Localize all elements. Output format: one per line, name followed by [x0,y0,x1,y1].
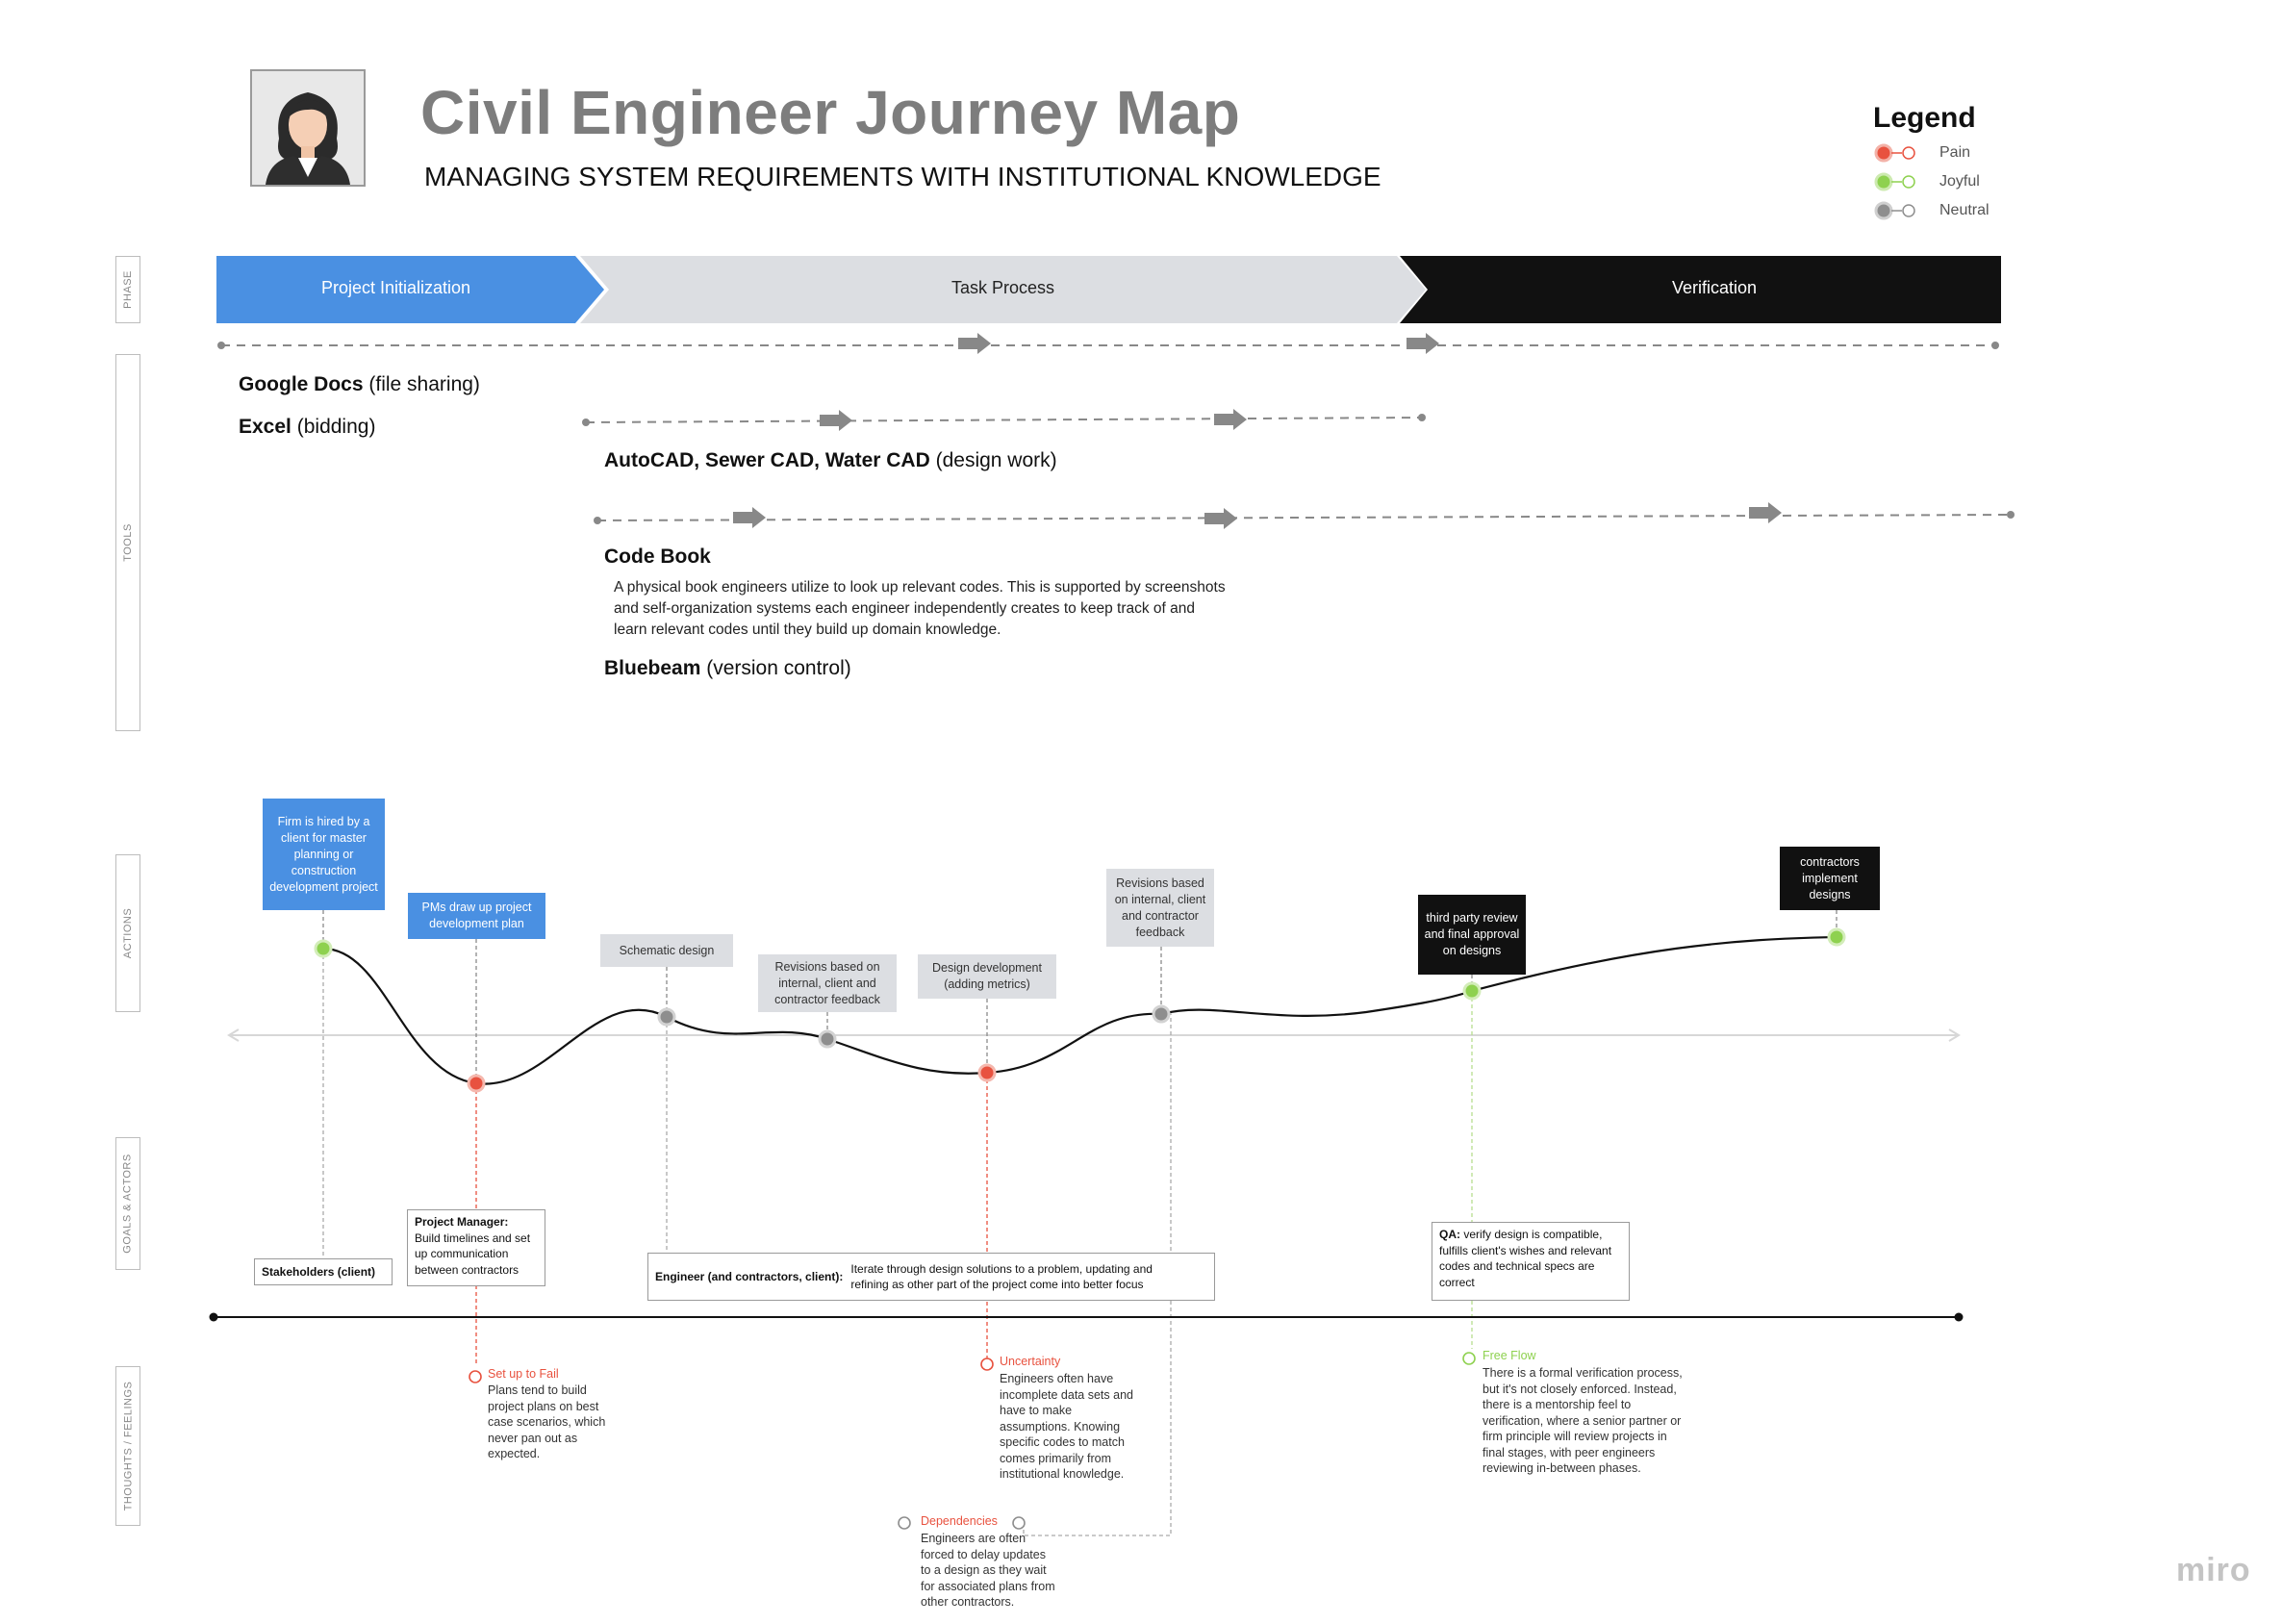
arrow-icon [958,333,991,354]
arrow-icon [1214,409,1247,430]
thought-title-free-flow: Free Flow [1483,1349,1536,1362]
action-card-contractors-implement: contractors implement designs [1780,847,1880,910]
tool-excel: Excel (bidding) [239,416,376,438]
pain-thought-icon [980,1358,994,1371]
tool-bluebeam: Bluebeam (version control) [604,657,851,679]
tool-timeline-2 [582,409,1426,431]
pain-marker [467,1074,486,1093]
phase-label-verification: Verification [1671,278,1758,297]
joyful-marker [1462,981,1482,1001]
tool-autocad: AutoCAD, Sewer CAD, Water CAD (design wo… [604,449,1057,471]
goal-project-manager: Project Manager: Build timelines and set… [407,1209,545,1286]
action-card-schematic-design: Schematic design [600,934,733,967]
goal-stakeholders: Stakeholders (client) [254,1258,393,1285]
action-card-firm-hired: Firm is hired by a client for master pla… [263,799,385,910]
tool-google-docs: Google Docs (file sharing) [239,373,480,395]
joyful-marker [1827,927,1846,947]
goal-engineer: Engineer (and contractors, client): Iter… [647,1253,1215,1301]
phase-label-task-process: Task Process [950,278,1055,297]
action-card-design-development: Design development (adding metrics) [918,954,1056,999]
tool-code-book: Code Book [604,546,711,568]
thought-body-set-up-to-fail: Plans tend to build project plans on bes… [488,1383,606,1460]
section-divider [209,1312,1964,1322]
thought-body-uncertainty: Engineers often have incomplete data set… [1000,1372,1133,1481]
phase-label-initialization: Project Initialization [320,278,471,297]
neutral-marker [1152,1004,1171,1024]
neutral-thought-icon [898,1516,911,1530]
neutral-marker [818,1029,837,1049]
arrow-icon [733,507,766,528]
tool-timeline-1 [217,333,1999,354]
thought-title-uncertainty: Uncertainty [1000,1355,1061,1368]
action-card-pm-plan: PMs draw up project development plan [408,893,545,939]
pain-marker [977,1063,997,1082]
action-card-third-party-review: third party review and final approval on… [1418,895,1526,975]
tool-code-book-description: A physical book engineers utilize to loo… [614,579,1226,638]
thought-title-set-up-to-fail: Set up to Fail [488,1367,559,1381]
neutral-marker [657,1007,676,1027]
arrow-icon [1749,502,1782,523]
journey-map-board: Civil Engineer Journey Map MANAGING SYST… [0,0,2281,1624]
journey-markers [314,927,1846,1093]
thought-body-dependencies: Engineers are often forced to delay upda… [921,1532,1055,1609]
thought-title-dependencies: Dependencies [921,1514,998,1528]
action-card-revisions-1: Revisions based on internal, client and … [758,954,897,1012]
arrow-icon [1204,508,1237,529]
tool-timeline-3 [594,502,2015,529]
arrow-icon [820,410,852,431]
pain-thought-icon [469,1370,482,1383]
thought-markers [469,1352,1476,1530]
arrow-icon [1407,333,1439,354]
journey-curve [322,935,1837,1085]
neutral-thought-icon [1012,1516,1026,1530]
thought-body-free-flow: There is a formal verification process, … [1483,1366,1683,1475]
joyful-marker [314,939,333,958]
action-card-revisions-2: Revisions based on internal, client and … [1106,869,1214,947]
miro-watermark: miro [2176,1552,2251,1588]
goal-qa: QA: verify design is compatible, fulfill… [1432,1222,1630,1301]
joyful-thought-icon [1462,1352,1476,1365]
